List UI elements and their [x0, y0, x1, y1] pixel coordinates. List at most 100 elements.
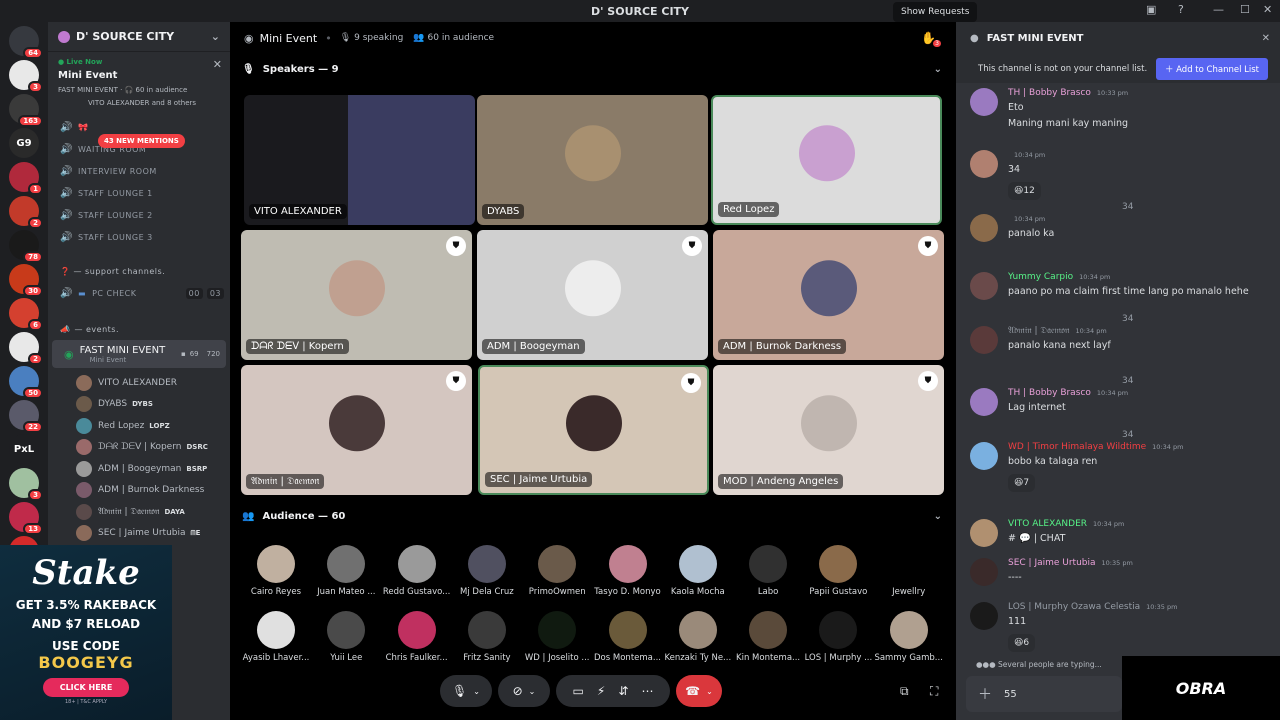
maximize-icon[interactable]: ☐	[1240, 3, 1250, 16]
speaker-tile[interactable]: ⛊ 𝔄𝔡𝔪𝔦𝔫 | 𝔇𝔞𝔢𝔪𝔬𝔫	[241, 365, 472, 495]
live-panel[interactable]: ● Live Now Mini Event FAST MINI EVENT · …	[48, 52, 230, 116]
username[interactable]: 𝔄𝔡𝔪𝔦𝔫 | 𝔇𝔞𝔢𝔪𝔬𝔫	[1008, 326, 1069, 336]
reaction-pill[interactable]: 😆 6	[1008, 634, 1036, 652]
audience-member[interactable]: Sammy Gamb...	[874, 611, 944, 663]
audience-member[interactable]: Redd Gustavo...	[382, 545, 452, 597]
audience-member[interactable]: Jewellry	[874, 545, 944, 597]
new-mentions-pill[interactable]: 43 NEW MENTIONS	[98, 134, 185, 148]
speaker-tile[interactable]: ⛊ ADM | Boogeyman	[477, 230, 708, 360]
voice-channel-item[interactable]: 🔊 INTERVIEW ROOM	[48, 160, 230, 182]
add-to-channel-list-button[interactable]: ＋ Add to Channel List	[1155, 58, 1268, 80]
audience-member[interactable]: Chris Faulker...	[382, 611, 452, 663]
speakers-section-header[interactable]: 🎙 Speakers — 9 ⌄	[230, 54, 956, 84]
audience-member[interactable]: Kenzaki Ty Ne...	[663, 611, 733, 663]
minimize-icon[interactable]: —	[1213, 3, 1224, 16]
username[interactable]: Yummy Carpio	[1008, 272, 1073, 282]
stage-member-item[interactable]: ADM | Burnok Darkness	[48, 480, 230, 502]
avatar[interactable]	[970, 272, 998, 300]
username[interactable]: VITO ALEXANDER	[1008, 519, 1087, 529]
server-icon[interactable]: 2	[9, 332, 43, 365]
audience-member[interactable]: Cairo Reyes	[241, 545, 311, 597]
audience-member[interactable]: Mj Dela Cruz	[452, 545, 522, 597]
stake-click-button[interactable]: CLICK HERE	[42, 678, 130, 697]
reaction-pill[interactable]: 😆 12	[1008, 182, 1041, 200]
server-icon[interactable]: 1	[9, 162, 43, 195]
avatar[interactable]	[970, 88, 998, 116]
inbox-icon[interactable]: ▣	[1146, 3, 1156, 16]
server-icon[interactable]: 3	[9, 468, 43, 501]
raised-hand-icon[interactable]: ✋ 3	[921, 31, 941, 47]
chevron-down-icon[interactable]: ⌄	[934, 511, 942, 522]
server-icon[interactable]: 22	[9, 400, 43, 433]
voice-channel-item[interactable]: 🔊 STAFF LOUNGE 2	[48, 204, 230, 226]
avatar[interactable]	[970, 519, 998, 547]
server-icon[interactable]: 6	[9, 298, 43, 331]
leave-stage-button[interactable]: ☎ ⌄	[676, 675, 722, 707]
stage-member-item[interactable]: SEC | Jaime Urtubia ᗰE	[48, 523, 230, 545]
username[interactable]: SEC | Jaime Urtubia	[1008, 558, 1096, 568]
server-icon[interactable]: 30	[9, 264, 43, 297]
stake-ad[interactable]: Stake GET 3.5% RAKEBACK AND $7 RELOAD US…	[0, 545, 172, 720]
server-icon[interactable]: 13	[9, 502, 43, 535]
username[interactable]: TH | Bobby Brasco	[1008, 88, 1091, 98]
avatar[interactable]	[970, 388, 998, 416]
username[interactable]: WD | Timor Himalaya Wildtime	[1008, 442, 1146, 452]
server-icon[interactable]: PxL	[9, 434, 39, 464]
avatar[interactable]	[970, 442, 998, 470]
activity-icon[interactable]: ⚡	[597, 684, 605, 698]
speaker-tile[interactable]: ⛊ MOD | Andeng Angeles	[713, 365, 944, 495]
audience-member[interactable]: Yuii Lee	[311, 611, 381, 663]
avatar[interactable]	[970, 150, 998, 178]
server-icon[interactable]: 78	[9, 230, 43, 263]
move-to-audience-icon[interactable]: ⇵	[618, 684, 628, 698]
channel-pc-check[interactable]: 🔊 ▬ PC CHECK 00 03	[48, 282, 230, 304]
category-events[interactable]: 📣 — events.	[48, 318, 230, 340]
audience-member[interactable]: PrimoOwmen	[522, 545, 592, 597]
server-icon[interactable]: 64	[9, 26, 43, 59]
avatar[interactable]	[970, 602, 998, 630]
audience-member[interactable]: Labo	[733, 545, 803, 597]
username[interactable]: TH | Bobby Brasco	[1008, 388, 1091, 398]
chevron-down-icon[interactable]: ⌄	[934, 64, 942, 75]
server-icon[interactable]: 50	[9, 366, 43, 399]
avatar[interactable]	[970, 214, 998, 242]
stage-member-item[interactable]: DYABS DYBS	[48, 394, 230, 416]
chevron-down-icon[interactable]: ⌄	[211, 30, 220, 43]
message-input[interactable]: ＋ 55	[966, 676, 1122, 712]
audience-member[interactable]: Kin Montema...	[733, 611, 803, 663]
audience-member[interactable]: Juan Mateo ...	[311, 545, 381, 597]
voice-channel-item[interactable]: 🔊 STAFF LOUNGE 3	[48, 226, 230, 248]
server-icon[interactable]: 163	[9, 94, 43, 127]
speaker-tile[interactable]: DYABS	[477, 95, 708, 225]
screen-share-icon[interactable]: ▭	[573, 684, 584, 698]
stage-member-item[interactable]: 𝔄𝔡𝔪𝔦𝔫 | 𝔇𝔞𝔢𝔪𝔬𝔫 DAYA	[48, 501, 230, 523]
audience-member[interactable]: LOS | Murphy ...	[803, 611, 873, 663]
close-icon[interactable]: ✕	[213, 58, 222, 71]
voice-channel-item[interactable]: 🔊 STAFF LOUNGE 1	[48, 182, 230, 204]
microphone-toggle[interactable]: 🎙 ⌄	[440, 675, 492, 707]
speaker-tile[interactable]: ⛊ SEC | Jaime Urtubia	[478, 365, 709, 495]
server-icon[interactable]: G9	[9, 128, 39, 158]
guild-header[interactable]: D' SOURCE CITY ⌄	[48, 22, 230, 52]
speaker-tile[interactable]: Red Lopez	[711, 95, 942, 225]
camera-toggle[interactable]: ⊘ ⌄	[498, 675, 550, 707]
plus-icon[interactable]: ＋	[978, 684, 992, 704]
reaction-pill[interactable]: 😆 7	[1008, 474, 1036, 492]
audience-member[interactable]: Dos Montema...	[593, 611, 663, 663]
close-window-icon[interactable]: ✕	[1263, 3, 1272, 16]
avatar[interactable]	[970, 326, 998, 354]
help-icon[interactable]: ?	[1178, 3, 1184, 16]
username[interactable]: LOS | Murphy Ozawa Celestia	[1008, 602, 1140, 612]
audience-member[interactable]: Tasyo D. Monyo	[593, 545, 663, 597]
speaker-tile[interactable]: ⛊ ᗪᗩᖇ ᗪᗴᐯ | Kopern	[241, 230, 472, 360]
audience-member[interactable]: Ayasib Lhaver...	[241, 611, 311, 663]
popout-icon[interactable]: ⧉	[900, 684, 909, 699]
audience-member[interactable]: Papii Gustavo	[803, 545, 873, 597]
server-icon[interactable]: 3	[9, 60, 43, 93]
close-icon[interactable]: ✕	[1262, 33, 1270, 44]
speaker-tile[interactable]: ⛊ ADM | Burnok Darkness	[713, 230, 944, 360]
stage-member-item[interactable]: VITO ALEXANDER	[48, 372, 230, 394]
category-support[interactable]: ❓ — support channels.	[48, 260, 230, 282]
stage-channel-item[interactable]: ◉ FAST MINI EVENT Mini Event ▪ 69 720	[52, 340, 226, 368]
stage-member-item[interactable]: ADM | Boogeyman BSRP	[48, 458, 230, 480]
